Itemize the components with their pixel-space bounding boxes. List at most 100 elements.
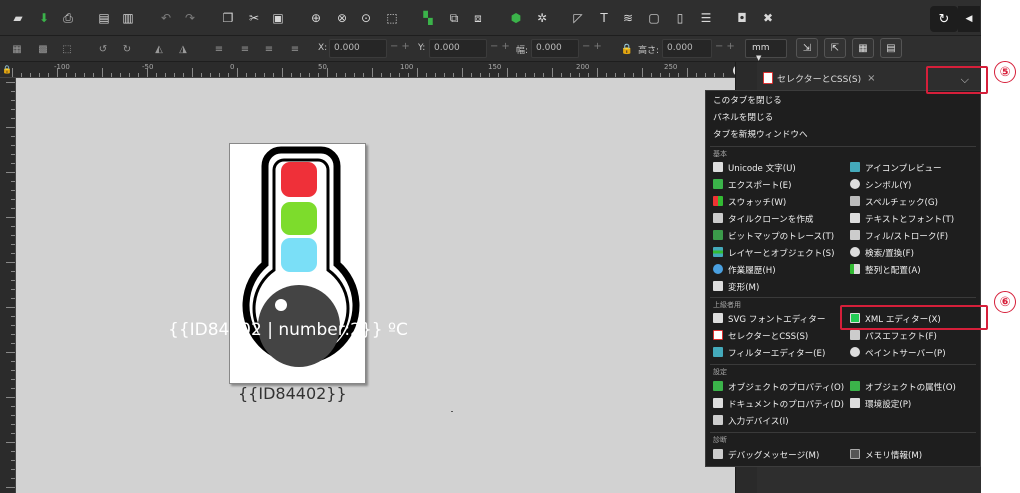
save-icon[interactable]: ⬇ (34, 8, 54, 28)
ruler-tick (6, 397, 15, 398)
fill-stroke-icon[interactable]: ☰ (696, 8, 716, 28)
menu-item-icon-preview[interactable]: アイコンプレビュー (850, 162, 942, 176)
layers-icon[interactable]: ≋ (618, 8, 638, 28)
height-stepper[interactable]: −+ (715, 41, 738, 52)
zoom-fit-icon[interactable]: ⬚ (382, 8, 402, 28)
open-folder-icon[interactable]: ▰ (8, 8, 28, 28)
menu-item-transform[interactable]: 変形(M) (713, 281, 759, 295)
menu-item-find-replace[interactable]: 検索/置換(F) (850, 247, 914, 261)
lower-icon[interactable]: ≡ (260, 40, 278, 58)
tab-close-icon[interactable]: × (867, 73, 875, 84)
ruler-label: 0 (230, 63, 235, 71)
text-tool-icon[interactable]: T (594, 8, 614, 28)
menu-item-swatches[interactable]: スウォッチ(W) (713, 196, 786, 210)
align-icon[interactable]: ▢ (644, 8, 664, 28)
menu-item-tile-clones[interactable]: タイルクローンを作成 (713, 213, 814, 227)
x-input[interactable]: 0.000 (329, 39, 387, 58)
rotate-cw-icon[interactable]: ↻ (118, 40, 136, 58)
thermometer-graphic[interactable] (229, 146, 369, 376)
menu-item-text-font[interactable]: テキストとフォント(T) (850, 213, 954, 227)
menu-item-fill-stroke[interactable]: フィル/ストローク(F) (850, 230, 948, 244)
x-stepper[interactable]: −+ (390, 41, 413, 52)
duplicate-icon[interactable]: ▚ (418, 8, 438, 28)
menu-item-align[interactable]: 整列と配置(A) (850, 264, 921, 278)
menu-item-history[interactable]: 作業履歴(H) (713, 264, 776, 278)
menu-item-memory[interactable]: メモリ情報(M) (850, 449, 922, 463)
menu-item-trace-bitmap[interactable]: ビットマップのトレース(T) (713, 230, 834, 244)
raise-icon[interactable]: ≡ (236, 40, 254, 58)
menu-item-object-properties[interactable]: オブジェクトのプロパティ(O) (713, 381, 844, 395)
menu-item-symbols[interactable]: シンボル(Y) (850, 179, 911, 193)
menu-item-path-effects[interactable]: パスエフェクト(F) (850, 330, 937, 344)
xml-editor-icon[interactable]: ◸ (568, 8, 588, 28)
redo-icon[interactable]: ↷ (180, 8, 200, 28)
menu-close-panel[interactable]: パネルを閉じる (713, 112, 773, 125)
menu-item-spellcheck[interactable]: スペルチェック(G) (850, 196, 938, 210)
scale-stroke-toggle[interactable]: ⇲ (796, 38, 818, 58)
y-stepper[interactable]: −+ (490, 41, 513, 52)
width-stepper[interactable]: −+ (582, 41, 605, 52)
dock-tab[interactable]: セレクターとCSS(S) × (763, 68, 875, 88)
deselect-icon[interactable]: ⬚ (58, 40, 76, 58)
copy-icon[interactable]: ❐ (218, 8, 238, 28)
print-icon[interactable]: ⎙ (58, 8, 78, 28)
menu-item-filter-editor[interactable]: フィルターエディター(E) (713, 347, 825, 361)
flip-vertical-icon[interactable]: ◮ (174, 40, 192, 58)
menu-open-window[interactable]: タブを新規ウィンドウへ (713, 129, 808, 142)
menu-item-debug-messages[interactable]: デバッグメッセージ(M) (713, 449, 819, 463)
ruler-tick (534, 73, 535, 77)
menu-close-tab[interactable]: このタブを閉じる (713, 95, 782, 108)
ruler-tick (11, 100, 15, 101)
lock-icon[interactable]: 🔒 (618, 40, 636, 58)
import-icon[interactable]: ▤ (94, 8, 114, 28)
width-input[interactable]: 0.000 (531, 39, 579, 58)
export-icon[interactable]: ▥ (118, 8, 138, 28)
clone-icon[interactable]: ⧉ (444, 8, 464, 28)
ruler-lock-icon[interactable]: 🔒 (2, 65, 12, 74)
ruler-tick (309, 73, 310, 77)
preferences-icon[interactable]: ✖ (758, 8, 778, 28)
menu-item-preferences[interactable]: 環境設定(P) (850, 398, 911, 412)
raise-top-icon[interactable]: ≡ (210, 40, 228, 58)
menu-item-selectors-css[interactable]: セレクターとCSS(S) (713, 330, 808, 344)
document-properties-icon[interactable]: ◘ (732, 8, 752, 28)
lower-bottom-icon[interactable]: ≡ (286, 40, 304, 58)
collapse-arrow-icon[interactable]: ◀ (958, 6, 980, 32)
zoom-selection-icon[interactable]: ⊕ (306, 8, 326, 28)
select-all-icon[interactable]: ▦ (8, 40, 26, 58)
ruler-tick (525, 73, 526, 77)
zoom-page-icon[interactable]: ⊙ (356, 8, 376, 28)
selectors-icon[interactable]: ▯ (670, 8, 690, 28)
menu-item-svg-font-editor[interactable]: SVG フォントエディター (713, 313, 825, 327)
rotate-ccw-icon[interactable]: ↺ (94, 40, 112, 58)
unit-select[interactable]: mm ▼ (745, 39, 787, 62)
drawing-canvas[interactable]: {{ID84402 | number:2}} ºC {{ID84402}} (16, 78, 735, 493)
ruler-tick (11, 478, 15, 479)
paste-icon[interactable]: ▣ (268, 8, 288, 28)
zoom-drawing-icon[interactable]: ⊗ (332, 8, 352, 28)
flip-horizontal-icon[interactable]: ◭ (150, 40, 168, 58)
undo-icon[interactable]: ↶ (156, 8, 176, 28)
snap-toggle-button[interactable]: ↻ (930, 6, 958, 32)
ungroup-icon[interactable]: ✲ (532, 8, 552, 28)
cut-icon[interactable]: ✂ (244, 8, 264, 28)
unlink-clone-icon[interactable]: ⧈ (468, 8, 488, 28)
menu-item-paint-servers[interactable]: ペイントサーバー(P) (850, 347, 946, 361)
ruler-tick (11, 163, 15, 164)
menu-item-document-properties[interactable]: ドキュメントのプロパティ(D) (713, 398, 844, 412)
y-input[interactable]: 0.000 (429, 39, 487, 58)
ruler-tick (273, 73, 274, 77)
menu-item-input-devices[interactable]: 入力デバイス(I) (713, 415, 789, 429)
menu-item-object-attributes[interactable]: オブジェクトの属性(O) (850, 381, 956, 395)
ruler-tick (11, 91, 15, 92)
paint-servers-icon (850, 347, 860, 357)
menu-item-export[interactable]: エクスポート(E) (713, 179, 791, 193)
menu-item-layers[interactable]: レイヤーとオブジェクト(S) (713, 247, 834, 261)
transform-gradients-toggle[interactable]: ▦ (852, 38, 874, 58)
scale-corners-toggle[interactable]: ⇱ (824, 38, 846, 58)
select-all-layers-icon[interactable]: ▩ (34, 40, 52, 58)
menu-item-unicode[interactable]: Unicode 文字(U) (713, 162, 796, 176)
height-input[interactable]: 0.000 (662, 39, 712, 58)
group-icon[interactable]: ⬢ (506, 8, 526, 28)
transform-patterns-toggle[interactable]: ▤ (880, 38, 902, 58)
